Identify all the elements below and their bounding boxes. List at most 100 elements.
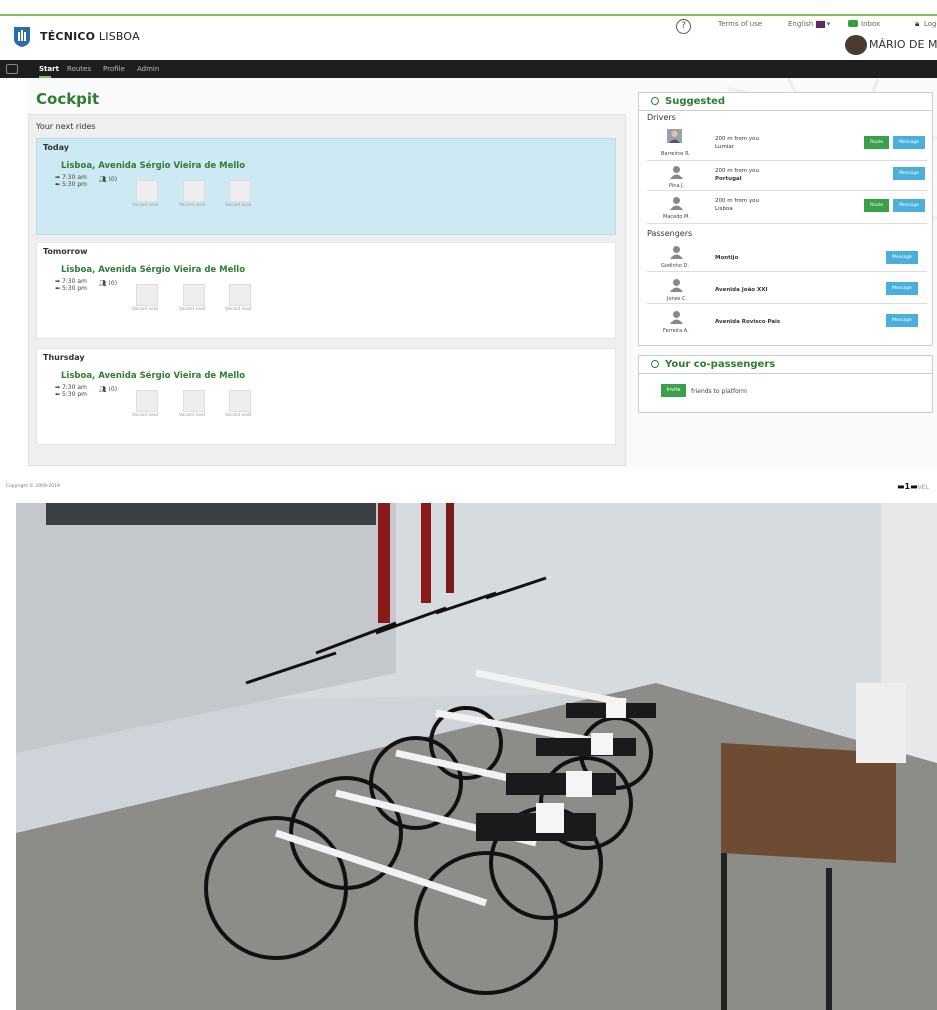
seat-label: Vacant seat (225, 203, 252, 208)
driver-name[interactable]: Macedo M. (663, 214, 690, 220)
message-button[interactable]: Message (886, 282, 918, 295)
people-icon: 👥︎ (99, 386, 107, 393)
seat-label: Vacant seat (132, 307, 159, 312)
suggested-panel: Suggested Drivers Barreiros R. 200 m fro… (638, 92, 933, 346)
driver-name[interactable]: Barreiros R. (661, 151, 690, 157)
lock-icon[interactable]: 🔒︎ (915, 19, 919, 29)
footer-copyright: Copyright © 2009-2019 (6, 484, 60, 489)
expand-circle-icon[interactable] (651, 97, 659, 105)
vacant-seat-slot[interactable] (229, 284, 251, 306)
invite-text: friends to platform (691, 388, 748, 395)
ride-route-link[interactable]: Lisboa, Avenida Sérgio Vieira de Mello (61, 161, 245, 171)
route-button[interactable]: Route (864, 136, 889, 149)
inbox-icon[interactable] (848, 20, 858, 27)
return-time: ⬅ 5:30 pm (55, 285, 87, 292)
person-placeholder-icon (670, 246, 683, 259)
driver-name[interactable]: Pina J. (669, 183, 684, 189)
message-button[interactable]: Message (893, 136, 925, 149)
driver-photo-icon[interactable] (667, 129, 682, 143)
vacant-seat-slot[interactable] (229, 180, 251, 202)
seat-label: Vacant seat (132, 413, 159, 418)
co-passengers-panel: Your co-passengers Invite friends to pla… (638, 355, 933, 413)
driver-distance: 200 m from you Portugal (715, 168, 760, 182)
ebikes-storage-photo (16, 503, 937, 1010)
ist-shield-logo-icon[interactable] (13, 26, 31, 48)
driver-distance: 200 m from you Lisboa (715, 198, 760, 212)
message-button[interactable]: Message (886, 314, 918, 327)
help-icon[interactable]: ? (676, 19, 691, 34)
passenger-name[interactable]: Godinho D. (661, 263, 689, 269)
uk-flag-icon (815, 20, 825, 28)
passenger-destination: Montijo (715, 255, 739, 261)
ride-times: ➡ 7:30 am ⬅ 5:30 pm (55, 384, 87, 398)
vacant-seat-slot[interactable] (183, 390, 205, 412)
language-selector[interactable]: English ▾ (788, 20, 830, 28)
passenger-name[interactable]: Ferreira A. (663, 328, 689, 334)
person-placeholder-icon (670, 311, 683, 324)
co-passengers-title: Your co-passengers (651, 359, 775, 370)
message-button[interactable]: Message (893, 167, 925, 180)
seat-label: Vacant seat (179, 307, 206, 312)
suggested-title: Suggested (651, 96, 725, 107)
people-icon: 👥︎ (99, 176, 107, 183)
ride-times: ➡ 7:30 am ⬅ 5:30 pm (55, 278, 87, 292)
user-avatar[interactable] (845, 35, 867, 55)
terms-link[interactable]: Terms of use (718, 20, 762, 28)
row-divider (647, 190, 927, 191)
expand-circle-icon[interactable] (651, 360, 659, 368)
seat-label: Vacant seat (225, 413, 252, 418)
brand-wordmark[interactable]: TÉCNICO LISBOA (40, 30, 140, 43)
vacant-seat-slot[interactable] (229, 390, 251, 412)
vacant-seat-slot[interactable] (136, 180, 158, 202)
vacant-seat-slot[interactable] (183, 284, 205, 306)
invite-button[interactable]: Invite (661, 384, 686, 397)
home-logo-icon[interactable] (6, 64, 18, 74)
footer-logo-text: VEL (917, 484, 929, 491)
ride-card-thursday[interactable]: Thursday Lisboa, Avenida Sérgio Vieira d… (36, 348, 616, 445)
footer-logo[interactable]: ▬1▬VEL (897, 482, 929, 491)
ride-card-today[interactable]: Today Lisboa, Avenida Sérgio Vieira de M… (36, 138, 616, 235)
seat-label: Vacant seat (132, 203, 159, 208)
row-divider (647, 160, 927, 161)
nav-profile[interactable]: Profile (103, 65, 125, 73)
drivers-heading: Drivers (647, 113, 676, 122)
ride-times: ➡ 7:30 am ⬅ 5:30 pm (55, 174, 87, 188)
vacant-seat-slot[interactable] (136, 284, 158, 306)
nav-routes[interactable]: Routes (67, 65, 91, 73)
passenger-count: 👥︎ (0) (99, 386, 118, 393)
passengers-heading: Passengers (647, 229, 693, 238)
message-button[interactable]: Message (893, 199, 925, 212)
divider (639, 373, 932, 374)
nav-admin[interactable]: Admin (137, 65, 159, 73)
depart-time: ➡ 7:30 am (55, 384, 87, 391)
user-name[interactable]: MÁRIO DE MATO (869, 38, 937, 51)
passenger-count: 👥︎ (0) (99, 176, 118, 183)
language-label: English (788, 20, 814, 28)
vacant-seat-slot[interactable] (183, 180, 205, 202)
brand-light: LISBOA (98, 30, 140, 43)
message-button[interactable]: Message (886, 251, 918, 264)
next-rides-heading: Your next rides (36, 122, 96, 131)
row-divider (647, 223, 927, 224)
ride-day: Thursday (43, 353, 85, 362)
route-button[interactable]: Route (864, 199, 889, 212)
inbox-link[interactable]: Inbox (861, 20, 880, 28)
bike-logo-icon: ▬1▬ (897, 482, 918, 491)
person-placeholder-icon (670, 279, 683, 292)
person-placeholder-icon (670, 197, 683, 210)
seat-label: Vacant seat (225, 307, 252, 312)
depart-time: ➡ 7:30 am (55, 278, 87, 285)
passenger-destination: Avenida João XXI (715, 287, 768, 293)
people-icon: 👥︎ (99, 280, 107, 287)
return-time: ⬅ 5:30 pm (55, 181, 87, 188)
passenger-name[interactable]: Jones C. (667, 296, 687, 302)
seat-label: Vacant seat (179, 413, 206, 418)
return-time: ⬅ 5:30 pm (55, 391, 87, 398)
vacant-seat-slot[interactable] (136, 390, 158, 412)
divider (639, 110, 932, 111)
ride-card-tomorrow[interactable]: Tomorrow Lisboa, Avenida Sérgio Vieira d… (36, 242, 616, 339)
ride-route-link[interactable]: Lisboa, Avenida Sérgio Vieira de Mello (61, 371, 245, 381)
nav-start[interactable]: Start (39, 65, 59, 73)
ride-route-link[interactable]: Lisboa, Avenida Sérgio Vieira de Mello (61, 265, 245, 275)
logout-link[interactable]: Logo (924, 20, 937, 28)
